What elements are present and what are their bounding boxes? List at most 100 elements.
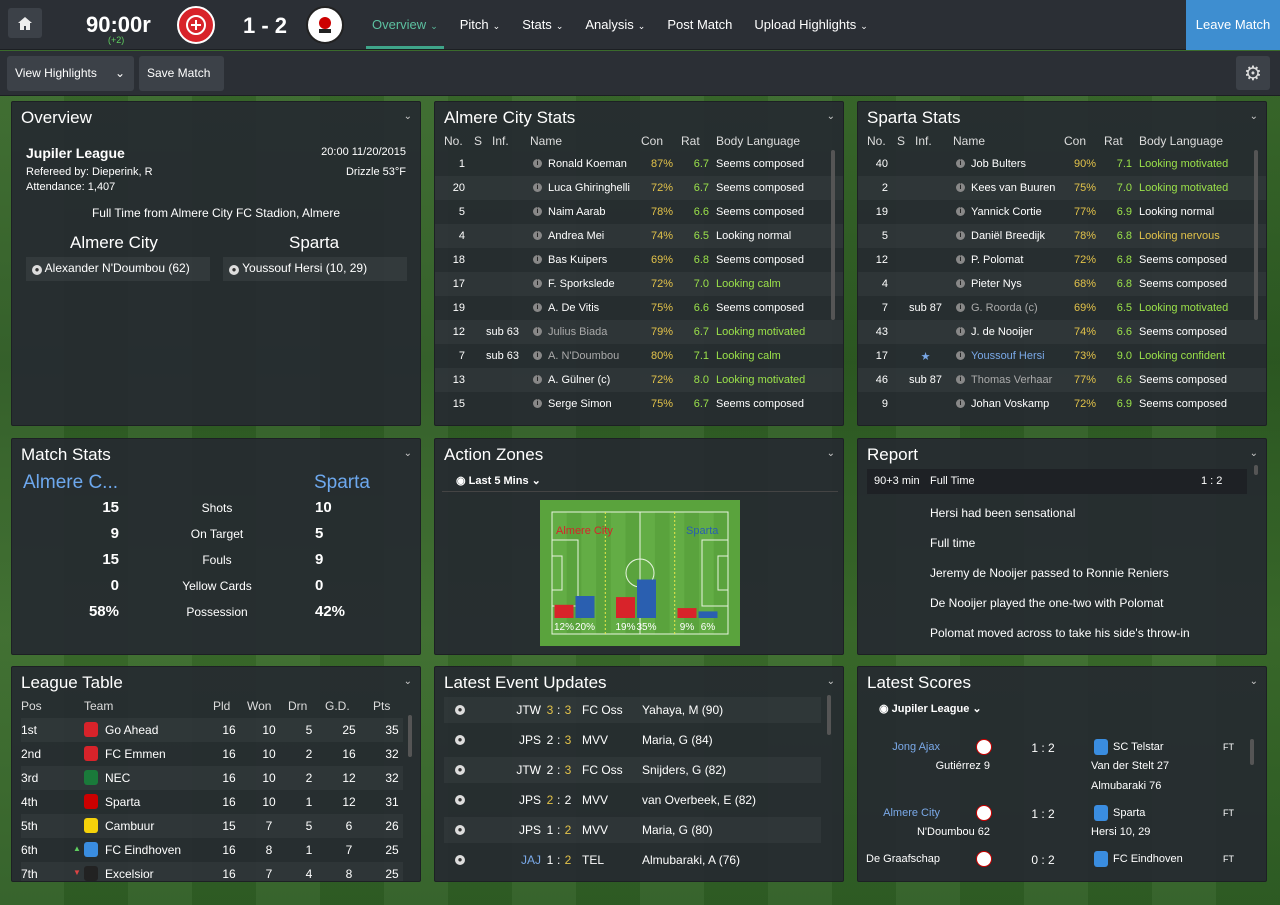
info-icon[interactable]: i	[956, 303, 965, 312]
scrollbar[interactable]	[1254, 150, 1258, 320]
col-inf[interactable]: Inf.	[492, 134, 509, 148]
home-team-label[interactable]: Almere C...	[23, 472, 118, 494]
event-row[interactable]: ● JPS 1:2 MVV Maria, G (80)	[444, 817, 821, 843]
score-match[interactable]: Almere City 1 : 2 Sparta FT N'Doumbou 62 Hers…	[858, 805, 1266, 847]
info-icon[interactable]: i	[533, 351, 542, 360]
player-name[interactable]: Youssouf Hersi	[971, 350, 1045, 362]
col-pts[interactable]: Pts	[373, 699, 390, 713]
col-name[interactable]: Name	[530, 134, 562, 148]
player-row[interactable]: 9 i Johan Voskamp 72% 6.9 Seems composed	[858, 392, 1266, 416]
leave-match-button[interactable]: Leave Match	[1186, 0, 1280, 50]
player-row[interactable]: 46 sub 87 i Thomas Verhaar 77% 6.6 Seems compo…	[858, 368, 1266, 392]
player-name[interactable]: Andrea Mei	[548, 230, 604, 242]
chevron-down-icon[interactable]: ⌄	[404, 448, 412, 459]
col-rat[interactable]: Rat	[681, 134, 700, 148]
player-row[interactable]: 40 i Job Bulters 90% 7.1 Looking motivated	[858, 152, 1266, 176]
player-row[interactable]: 1 i Ronald Koeman 87% 6.7 Seems composed	[435, 152, 843, 176]
chevron-down-icon[interactable]: ⌄	[404, 676, 412, 687]
info-icon[interactable]: i	[533, 231, 542, 240]
player-name[interactable]: A. De Vitis	[548, 302, 599, 314]
score-match[interactable]: De Graafschap 0 : 2 FC Eindhoven FT	[858, 851, 1266, 881]
info-icon[interactable]: i	[533, 375, 542, 384]
col-gd[interactable]: G.D.	[325, 699, 350, 713]
player-name[interactable]: Yannick Cortie	[971, 206, 1042, 218]
save-match-button[interactable]: Save Match	[139, 56, 224, 91]
player-name[interactable]: Julius Biada	[548, 326, 607, 338]
player-row[interactable]: 15 i Serge Simon 75% 6.7 Seems composed	[435, 392, 843, 416]
info-icon[interactable]: i	[533, 183, 542, 192]
chevron-down-icon[interactable]: ⌄	[827, 111, 835, 122]
league-row[interactable]: 7th ▼ Excelsior 16 7 4 8 25	[21, 862, 403, 881]
team-name[interactable]: Excelsior	[105, 867, 154, 881]
player-row[interactable]: 5 i Naim Aarab 78% 6.6 Seems composed	[435, 200, 843, 224]
player-name[interactable]: Naim Aarab	[548, 206, 605, 218]
col-body-language[interactable]: Body Language	[716, 134, 800, 148]
team-name[interactable]: FC Eindhoven	[105, 843, 181, 857]
event-row[interactable]: ● JPS 2:3 MVV Maria, G (84)	[444, 727, 821, 753]
player-name[interactable]: G. Roorda (c)	[971, 302, 1038, 314]
team-name[interactable]: Go Ahead	[105, 723, 158, 737]
player-row[interactable]: 17 i F. Sporkslede 72% 7.0 Looking calm	[435, 272, 843, 296]
player-name[interactable]: Job Bulters	[971, 158, 1026, 170]
col-inf[interactable]: Inf.	[915, 134, 932, 148]
score-away-team[interactable]: FC Eindhoven	[1113, 853, 1183, 865]
scrollbar[interactable]	[408, 715, 412, 757]
player-name[interactable]: A. Gülner (c)	[548, 374, 610, 386]
player-name[interactable]: F. Sporkslede	[548, 278, 615, 290]
info-icon[interactable]: i	[956, 399, 965, 408]
tab-stats[interactable]: Stats ⌄	[516, 0, 569, 50]
player-name[interactable]: Bas Kuipers	[548, 254, 607, 266]
player-row[interactable]: 5 i Daniël Breedijk 78% 6.8 Looking nervous	[858, 224, 1266, 248]
team-name[interactable]: Sparta	[105, 795, 140, 809]
event-row[interactable]: ● JTW 3:3 FC Oss Yahaya, M (90)	[444, 697, 821, 723]
league-row[interactable]: 3rd NEC 16 10 2 12 32	[21, 766, 403, 790]
tab-analysis[interactable]: Analysis ⌄	[579, 0, 651, 50]
col-rat[interactable]: Rat	[1104, 134, 1123, 148]
info-icon[interactable]: i	[956, 255, 965, 264]
scrollbar[interactable]	[827, 695, 831, 735]
score-away-team[interactable]: Sparta	[1113, 807, 1145, 819]
player-row[interactable]: 20 i Luca Ghiringhelli 72% 6.7 Seems composed	[435, 176, 843, 200]
info-icon[interactable]: i	[956, 207, 965, 216]
col-no[interactable]: No.	[867, 134, 886, 148]
info-icon[interactable]: i	[956, 279, 965, 288]
away-team-label[interactable]: Sparta	[314, 472, 370, 494]
scrollbar[interactable]	[1254, 465, 1258, 475]
col-con[interactable]: Con	[641, 134, 663, 148]
info-icon[interactable]: i	[956, 183, 965, 192]
score-home-team[interactable]: Jong Ajax	[858, 741, 940, 753]
info-icon[interactable]: i	[533, 207, 542, 216]
player-name[interactable]: Kees van Buuren	[971, 182, 1055, 194]
tab-post-match[interactable]: Post Match	[661, 0, 738, 50]
player-row[interactable]: 13 i A. Gülner (c) 72% 8.0 Looking motivated	[435, 368, 843, 392]
col-s[interactable]: S	[474, 134, 482, 148]
player-row[interactable]: 7 sub 63 i A. N'Doumbou 80% 7.1 Looking calm	[435, 344, 843, 368]
player-name[interactable]: Luca Ghiringhelli	[548, 182, 630, 194]
zone-filter-dropdown[interactable]: ◉ Last 5 Mins ⌄	[456, 474, 541, 487]
tab-upload-highlights[interactable]: Upload Highlights ⌄	[748, 0, 873, 50]
col-pld[interactable]: Pld	[213, 699, 230, 713]
league-row[interactable]: 5th Cambuur 15 7 5 6 26	[21, 814, 403, 838]
player-name[interactable]: Serge Simon	[548, 398, 612, 410]
league-row[interactable]: 2nd FC Emmen 16 10 2 16 32	[21, 742, 403, 766]
league-row[interactable]: 4th Sparta 16 10 1 12 31	[21, 790, 403, 814]
score-match[interactable]: Jong Ajax 1 : 2 SC Telstar FT Gutiérrez 9 Van…	[858, 739, 1266, 792]
chevron-down-icon[interactable]: ⌄	[1250, 676, 1258, 687]
col-pos[interactable]: Pos	[21, 699, 42, 713]
player-name[interactable]: A. N'Doumbou	[548, 350, 619, 362]
player-row[interactable]: 4 i Pieter Nys 68% 6.8 Seems composed	[858, 272, 1266, 296]
score-home-team[interactable]: De Graafschap	[858, 853, 940, 865]
chevron-down-icon[interactable]: ⌄	[827, 448, 835, 459]
player-name[interactable]: Johan Voskamp	[971, 398, 1049, 410]
player-row[interactable]: 12 i P. Polomat 72% 6.8 Seems composed	[858, 248, 1266, 272]
team-name[interactable]: NEC	[105, 771, 130, 785]
gear-icon[interactable]: ⚙	[1236, 56, 1270, 90]
chevron-down-icon[interactable]: ⌄	[827, 676, 835, 687]
col-body-language[interactable]: Body Language	[1139, 134, 1223, 148]
home-button[interactable]	[8, 8, 42, 38]
league-row[interactable]: 1st Go Ahead 16 10 5 25 35	[21, 718, 403, 742]
player-row[interactable]: 2 i Kees van Buuren 75% 7.0 Looking motivated	[858, 176, 1266, 200]
player-row[interactable]: 43 i J. de Nooijer 74% 6.6 Seems composed	[858, 320, 1266, 344]
col-won[interactable]: Won	[247, 699, 271, 713]
info-icon[interactable]: i	[533, 303, 542, 312]
